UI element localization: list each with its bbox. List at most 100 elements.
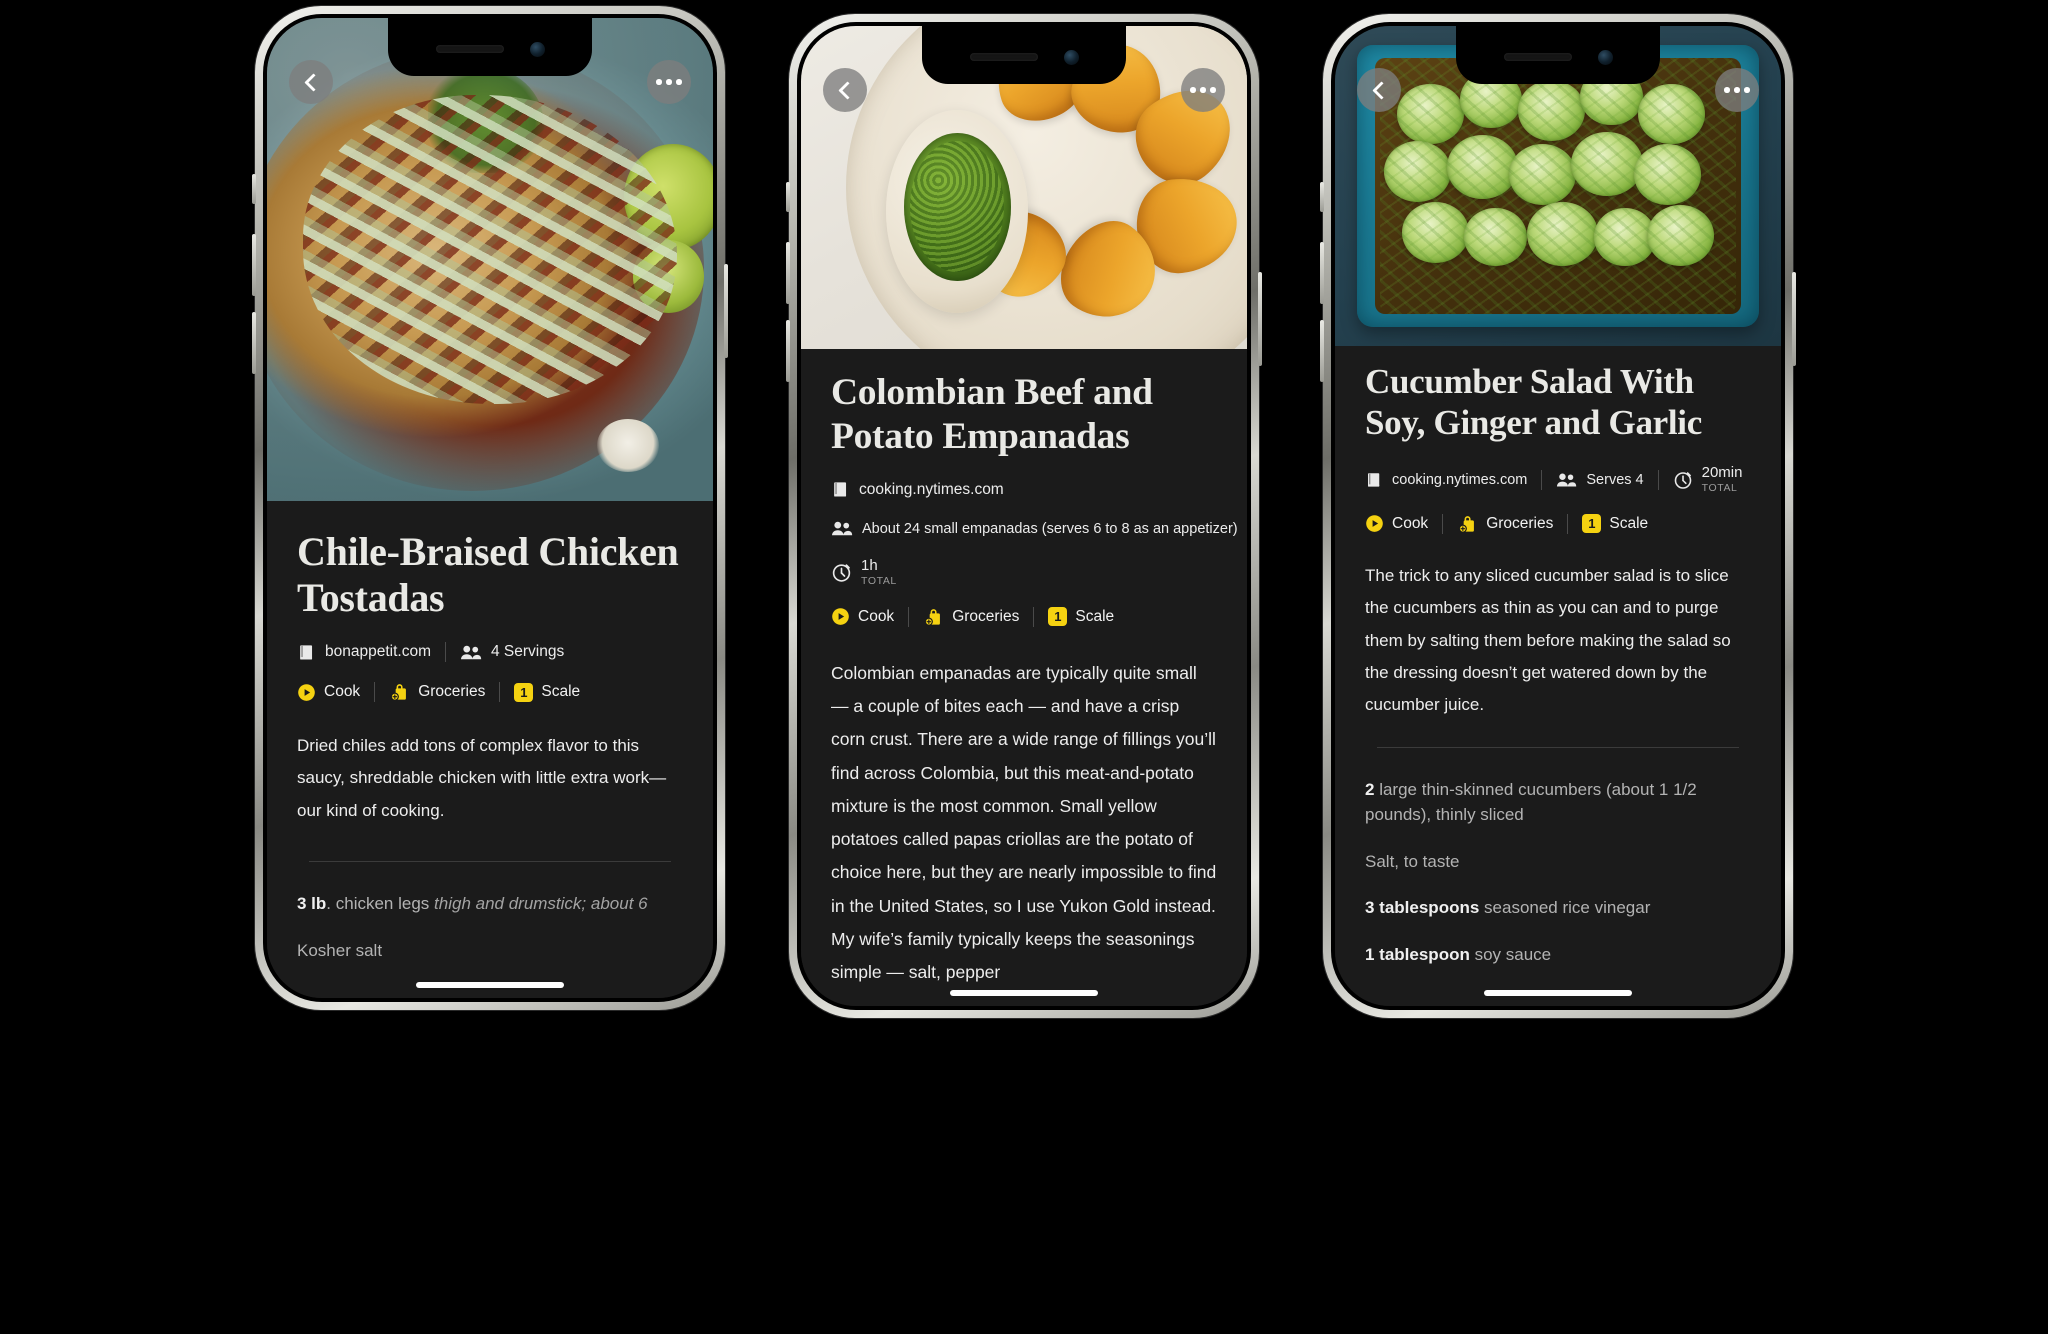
meta-divider — [445, 642, 446, 663]
volume-down-button[interactable] — [786, 320, 790, 382]
phone-screen-1: Chile-Braised Chicken Tostadas bonappeti… — [267, 18, 713, 998]
ingredient-qty: 1 tablespoon — [1365, 945, 1470, 964]
ingredient-item: Salt, to taste — [1365, 850, 1751, 875]
source-label: bonappetit.com — [325, 643, 431, 661]
source-item[interactable]: bonappetit.com — [297, 643, 431, 662]
meta-divider — [1541, 469, 1543, 490]
time-value: 20min — [1701, 464, 1743, 482]
servings-item[interactable]: About 24 small empanadas (serves 6 to 8 … — [831, 519, 1238, 538]
front-camera — [529, 41, 545, 57]
groceries-action[interactable]: Groceries — [1457, 514, 1553, 534]
phone-device-2: Colombian Beef and Potato Empanadas cook… — [786, 14, 1262, 1018]
recipe-title: Colombian Beef and Potato Empanadas — [831, 372, 1153, 457]
meta-row-actions: Cook Groceries 1 Scale — [831, 606, 1217, 627]
power-button[interactable] — [724, 264, 728, 358]
scale-action[interactable]: 1 Scale — [1582, 514, 1648, 534]
book-icon — [1368, 472, 1380, 487]
silent-switch[interactable] — [1320, 182, 1324, 212]
home-indicator[interactable] — [416, 982, 564, 988]
scale-action[interactable]: 1 Scale — [514, 682, 581, 702]
source-item[interactable]: cooking.nytimes.com — [1365, 471, 1527, 489]
power-button[interactable] — [1792, 272, 1796, 366]
scale-label: Scale — [1075, 607, 1115, 625]
ingredient-name: . chicken legs — [326, 894, 435, 914]
scale-label: Scale — [541, 683, 581, 701]
time-value: 1h — [861, 557, 878, 574]
time-label: TOTAL — [1701, 481, 1738, 494]
ingredient-item: Kosher salt — [297, 939, 683, 964]
volume-down-button[interactable] — [1320, 320, 1324, 382]
photo-cucumber-slice — [1401, 202, 1469, 263]
front-camera — [1063, 49, 1079, 65]
time-item[interactable]: 1h TOTAL — [831, 558, 897, 587]
scale-action[interactable]: 1 Scale — [1048, 607, 1115, 627]
source-item[interactable]: cooking.nytimes.com — [831, 480, 1004, 499]
groceries-action[interactable]: Groceries — [923, 607, 1019, 627]
silent-switch[interactable] — [252, 174, 256, 204]
recipe-description: The trick to any sliced cucumber salad i… — [1365, 565, 1731, 715]
volume-up-button[interactable] — [1320, 242, 1324, 304]
groceries-action[interactable]: Groceries — [389, 682, 485, 702]
more-options-button[interactable] — [1181, 68, 1225, 112]
source-label: cooking.nytimes.com — [1392, 471, 1528, 488]
meta-row-actions: Cook Groceries 1 Scale — [1365, 513, 1751, 534]
grocery-bag-icon — [924, 608, 941, 626]
photo-lime-wedge — [623, 143, 713, 250]
home-indicator[interactable] — [1484, 990, 1632, 996]
meta-divider — [1442, 513, 1444, 534]
recipe-content-2: Colombian Beef and Potato Empanadas cook… — [801, 349, 1247, 1006]
meta-divider — [374, 682, 376, 703]
photo-cucumber-slice — [1446, 134, 1518, 199]
ingredient-name: soy sauce — [1469, 945, 1552, 964]
cook-action[interactable]: Cook — [831, 607, 894, 626]
servings-item[interactable]: Serves 4 — [1556, 471, 1644, 489]
volume-up-button[interactable] — [252, 234, 256, 296]
timer-icon — [832, 564, 851, 582]
phone-device-1: Chile-Braised Chicken Tostadas bonappeti… — [252, 6, 728, 1010]
recipe-description: Colombian empanadas are typically quite … — [831, 662, 1217, 983]
phone-screen-2: Colombian Beef and Potato Empanadas cook… — [801, 26, 1247, 1006]
more-options-button[interactable] — [1715, 68, 1759, 112]
home-indicator[interactable] — [950, 990, 1098, 996]
meta-row-source: cooking.nytimes.com — [831, 480, 1217, 499]
section-divider — [1377, 747, 1739, 749]
meta-divider — [1033, 606, 1035, 627]
back-button[interactable] — [289, 60, 333, 104]
recipe-meta-1: bonappetit.com 4 Servings Cook Groceries… — [297, 642, 683, 703]
more-options-button[interactable] — [647, 60, 691, 104]
cook-label: Cook — [324, 683, 361, 701]
back-button[interactable] — [823, 68, 867, 112]
chevron-left-icon — [303, 72, 323, 92]
recipe-description: Dried chiles add tons of complex flavor … — [297, 736, 667, 820]
cook-label: Cook — [1392, 514, 1429, 532]
photo-cucumber-slice — [1571, 131, 1643, 196]
ingredient-item: 1 tablespoon soy sauce — [1365, 943, 1751, 968]
meta-row-servings: About 24 small empanadas (serves 6 to 8 … — [831, 519, 1238, 538]
cook-action[interactable]: Cook — [1365, 514, 1428, 533]
phone-screen-3: Cucumber Salad With Soy, Ginger and Garl… — [1335, 26, 1781, 1006]
scale-value-badge: 1 — [514, 682, 534, 702]
photo-cucumber-slice — [1508, 144, 1576, 206]
silent-switch[interactable] — [786, 182, 790, 212]
meta-row-source: bonappetit.com 4 Servings — [297, 642, 683, 663]
photo-cucumber-slice — [1384, 141, 1451, 202]
people-icon — [461, 645, 482, 659]
photo-cucumber-slice — [1526, 202, 1599, 266]
back-button[interactable] — [1357, 68, 1401, 112]
photo-cucumber-slice — [1517, 80, 1585, 142]
cook-action[interactable]: Cook — [297, 683, 360, 702]
chevron-left-icon — [1371, 80, 1391, 100]
time-item[interactable]: 20min TOTAL — [1673, 464, 1743, 494]
food-photo-tostadas — [267, 18, 713, 501]
photo-lime-wedge-2 — [632, 240, 705, 313]
photo-green-salsa — [903, 132, 1011, 282]
ingredient-qty: 3 lb — [297, 894, 327, 914]
volume-down-button[interactable] — [252, 312, 256, 374]
groceries-label: Groceries — [1486, 514, 1554, 532]
ellipsis-icon — [656, 79, 682, 85]
volume-up-button[interactable] — [786, 242, 790, 304]
power-button[interactable] — [1258, 272, 1262, 366]
servings-item[interactable]: 4 Servings — [460, 643, 564, 662]
ingredient-name: Kosher salt — [297, 940, 383, 960]
meta-divider — [908, 606, 910, 627]
